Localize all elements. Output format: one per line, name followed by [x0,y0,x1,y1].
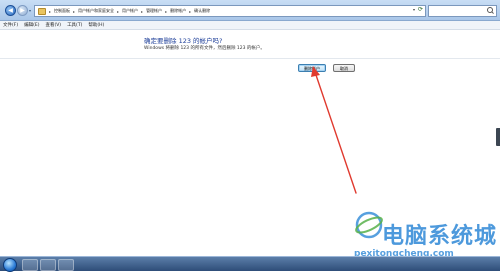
taskbar [0,256,500,272]
menu-tools[interactable]: 工具(T) [67,22,82,28]
search-input[interactable] [428,5,497,17]
search-icon[interactable] [487,7,493,13]
recent-pages-dropdown-icon[interactable]: ▾ [29,8,31,13]
watermark-title: 电脑系统城 [382,224,498,249]
taskbar-app-icon[interactable] [22,259,38,271]
menu-bar: 文件(F) 编辑(E) 查看(V) 工具(T) 帮助(H) [0,21,500,30]
breadcrumb-item[interactable]: 用户帐户和家庭安全 [76,8,116,14]
page-description: Windows 将删除 123 的所有文件，然后删除 123 的帐户。 [144,46,265,51]
menu-edit[interactable]: 编辑(E) [24,22,39,28]
arrow-right-icon: ▶ [20,7,25,14]
divider [0,58,500,59]
breadcrumb-item-current[interactable]: 确认删除 [192,8,212,14]
back-button[interactable]: ◀ [5,5,16,16]
breadcrumb-item[interactable]: 删除帐户 [168,8,188,14]
menu-help[interactable]: 帮助(H) [88,22,104,28]
side-scroll-handle[interactable] [496,128,500,146]
cancel-button[interactable]: 取消 [333,64,355,72]
address-dropdown-icon[interactable]: ▾ [413,7,415,12]
breadcrumb: ▸ 控制面板 ▸ 用户帐户和家庭安全 ▸ 用户帐户 ▸ 管理帐户 ▸ 删除帐户 … [48,7,212,15]
breadcrumb-item[interactable]: 控制面板 [52,8,72,14]
arrow-left-icon: ◀ [8,7,13,14]
taskbar-app-icon[interactable] [40,259,56,271]
watermark-globe-icon [355,211,383,239]
taskbar-app-icon[interactable] [58,259,74,271]
delete-account-button[interactable]: 删除帐户 [298,64,326,72]
control-panel-icon [38,8,46,15]
address-bar[interactable]: ▸ 控制面板 ▸ 用户帐户和家庭安全 ▸ 用户帐户 ▸ 管理帐户 ▸ 删除帐户 … [34,5,426,17]
breadcrumb-item[interactable]: 管理帐户 [144,8,164,14]
page-title: 确定要删除 123 的帐户吗? [144,37,223,45]
refresh-icon[interactable]: ⟳ [418,6,423,13]
forward-button[interactable]: ▶ [17,5,28,16]
menu-view[interactable]: 查看(V) [45,22,61,28]
menu-file[interactable]: 文件(F) [3,22,18,28]
address-toolbar: ◀ ▶ ▾ ▸ 控制面板 ▸ 用户帐户和家庭安全 ▸ 用户帐户 ▸ 管理帐户 ▸… [0,0,500,21]
breadcrumb-item[interactable]: 用户帐户 [120,8,140,14]
